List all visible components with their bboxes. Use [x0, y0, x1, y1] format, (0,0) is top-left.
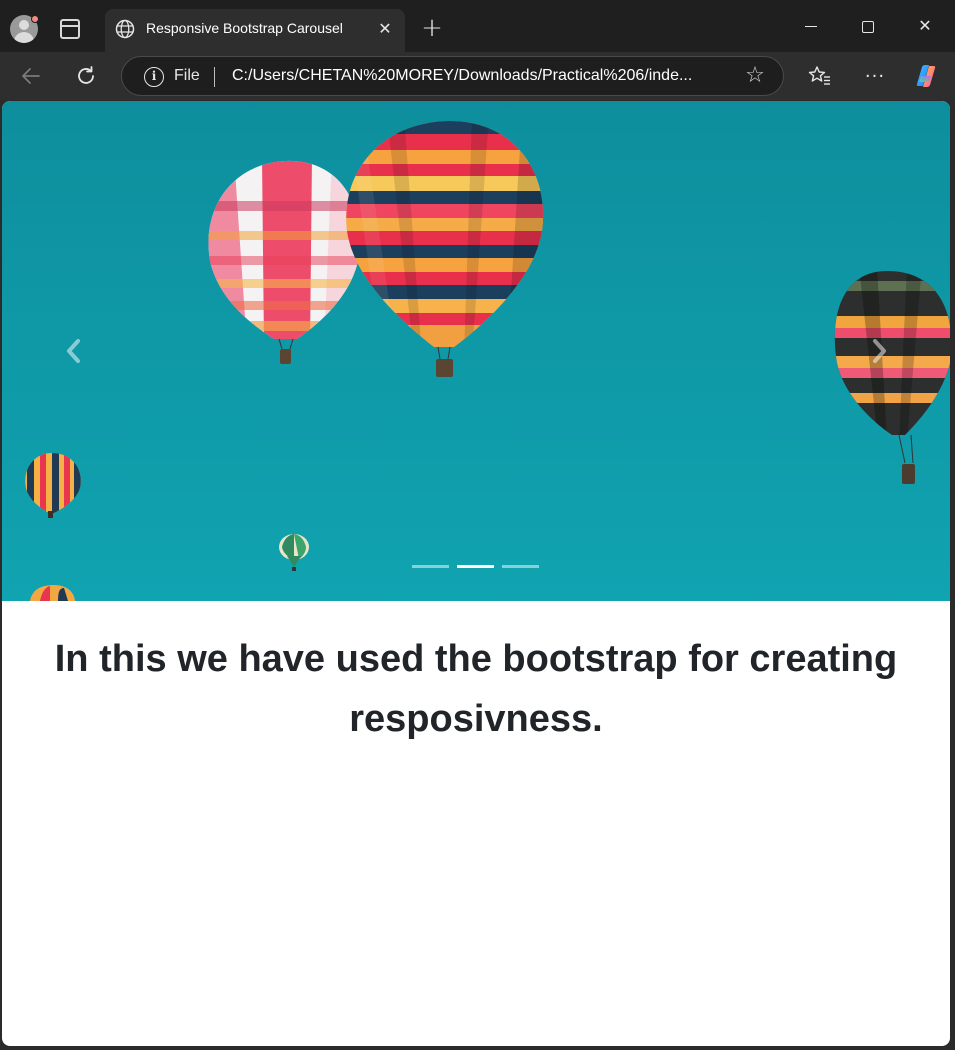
- favorites-icon[interactable]: [804, 60, 836, 92]
- chevron-left-icon: [67, 339, 80, 363]
- carousel-prev-button[interactable]: [57, 331, 91, 371]
- globe-icon: [115, 19, 135, 39]
- carousel-next-button[interactable]: [862, 331, 896, 371]
- tab-strip: Responsive Bootstrap Carousel ✕ + ✕: [0, 0, 955, 52]
- address-scheme-label: File: [174, 67, 200, 84]
- page-heading: In this we have used the bootstrap for c…: [54, 638, 898, 740]
- basket-striped: [436, 359, 453, 377]
- tab-title: Responsive Bootstrap Carousel: [146, 20, 343, 36]
- image-carousel: [2, 101, 950, 601]
- page-viewport: In this we have used the bootstrap for c…: [2, 101, 950, 1046]
- browser-toolbar: i File C:/Users/CHETAN%20MOREY/Downloads…: [0, 52, 955, 100]
- browser-window: Responsive Bootstrap Carousel ✕ + ✕ i Fi…: [0, 0, 955, 1050]
- balloon-bottom-left: [30, 585, 75, 601]
- new-tab-icon[interactable]: +: [418, 14, 446, 42]
- carousel-slide-image: [25, 120, 950, 601]
- basket-dark: [902, 464, 915, 484]
- minimize-icon[interactable]: [788, 10, 834, 42]
- site-info-icon[interactable]: i: [144, 67, 164, 87]
- balloon-small-left: [25, 453, 81, 513]
- balloon-striped: [346, 120, 544, 347]
- more-options-icon[interactable]: ···: [859, 60, 891, 92]
- balloon-tiny-green: [279, 534, 309, 571]
- balloon-pink: [208, 160, 360, 339]
- chevron-right-icon: [873, 339, 886, 363]
- tab-close-icon[interactable]: ✕: [375, 17, 395, 41]
- carousel-indicators: [412, 565, 542, 571]
- close-window-icon[interactable]: ✕: [902, 10, 948, 42]
- active-tab[interactable]: Responsive Bootstrap Carousel ✕: [105, 9, 405, 52]
- carousel-indicator-3[interactable]: [502, 565, 539, 568]
- carousel-indicator-1[interactable]: [412, 565, 449, 568]
- back-icon[interactable]: [15, 60, 47, 92]
- basket-pink: [280, 349, 291, 364]
- tab-actions-icon[interactable]: [60, 19, 80, 39]
- address-url[interactable]: C:/Users/CHETAN%20MOREY/Downloads/Practi…: [232, 67, 692, 85]
- address-bar[interactable]: i File C:/Users/CHETAN%20MOREY/Downloads…: [121, 56, 784, 96]
- profile-notification-dot: [31, 15, 39, 23]
- maximize-icon[interactable]: [845, 10, 891, 42]
- address-separator: [214, 67, 215, 87]
- favorite-star-icon[interactable]: ☆: [742, 63, 768, 89]
- reload-icon[interactable]: [70, 60, 102, 92]
- carousel-indicator-2[interactable]: [457, 565, 494, 568]
- copilot-icon[interactable]: [910, 60, 942, 92]
